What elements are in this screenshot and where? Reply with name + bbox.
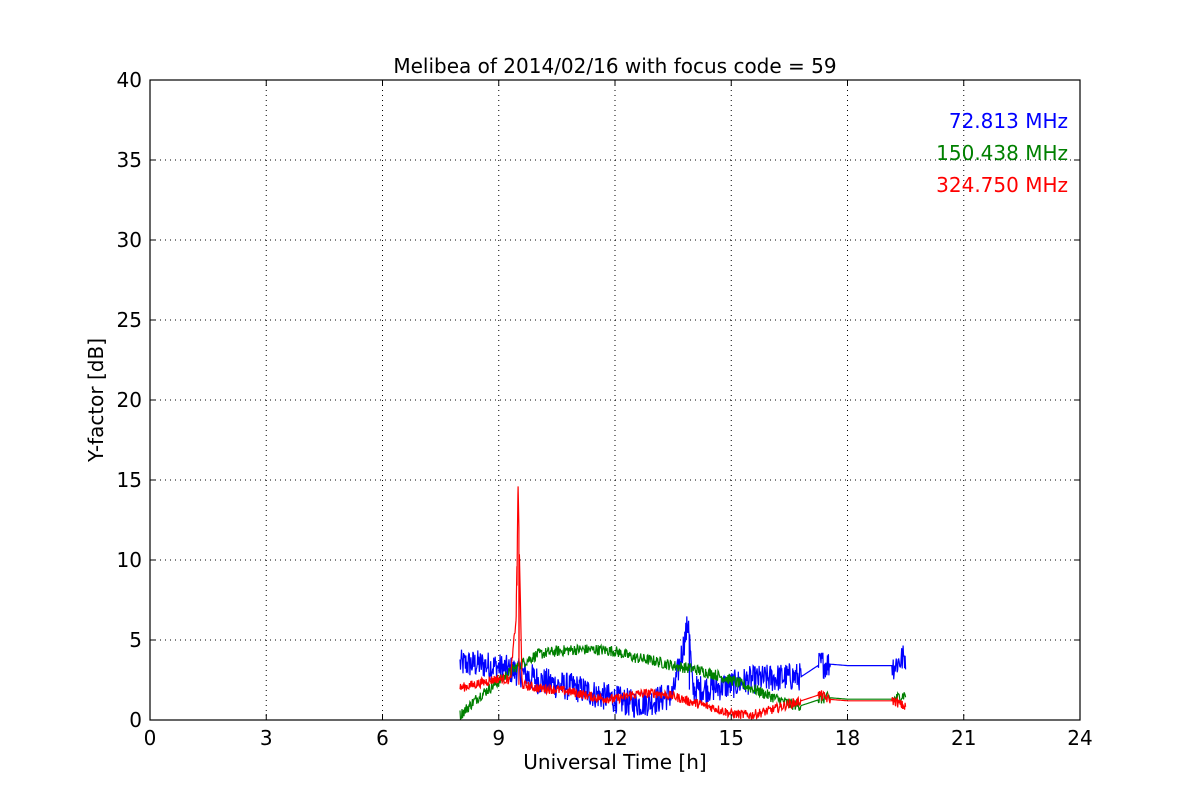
legend-label: 72.813 MHz bbox=[949, 109, 1068, 133]
legend-label: 150.438 MHz bbox=[936, 141, 1068, 165]
y-tick-label: 15 bbox=[117, 468, 142, 492]
x-tick-label: 21 bbox=[951, 726, 976, 750]
y-tick-label: 40 bbox=[117, 68, 142, 92]
x-tick-label: 12 bbox=[602, 726, 627, 750]
y-tick-label: 30 bbox=[117, 228, 142, 252]
x-tick-label: 6 bbox=[376, 726, 389, 750]
y-tick-labels: 0 5 10 15 20 25 30 35 40 bbox=[117, 68, 142, 732]
x-tick-label: 15 bbox=[719, 726, 744, 750]
y-tick-label: 5 bbox=[129, 628, 142, 652]
x-tick-label: 3 bbox=[260, 726, 273, 750]
legend-label: 324.750 MHz bbox=[936, 173, 1068, 197]
y-axis-label: Y-factor [dB] bbox=[84, 338, 108, 463]
series-line-2 bbox=[459, 486, 907, 721]
chart-figure: Melibea of 2014/02/16 with focus code = … bbox=[84, 54, 1093, 774]
y-tick-label: 0 bbox=[129, 708, 142, 732]
y-tick-label: 35 bbox=[117, 148, 142, 172]
x-tick-label: 24 bbox=[1067, 726, 1092, 750]
chart-title: Melibea of 2014/02/16 with focus code = … bbox=[393, 54, 836, 78]
legend: 72.813 MHz 150.438 MHz 324.750 MHz bbox=[936, 109, 1068, 197]
x-axis-label: Universal Time [h] bbox=[523, 750, 706, 774]
y-tick-label: 20 bbox=[117, 388, 142, 412]
series-lines bbox=[459, 486, 907, 721]
y-tick-label: 10 bbox=[117, 548, 142, 572]
y-tick-label: 25 bbox=[117, 308, 142, 332]
x-tick-label: 18 bbox=[835, 726, 860, 750]
x-tick-label: 9 bbox=[492, 726, 505, 750]
x-tick-labels: 0 3 6 9 12 15 18 21 24 bbox=[144, 726, 1093, 750]
x-tick-label: 0 bbox=[144, 726, 157, 750]
